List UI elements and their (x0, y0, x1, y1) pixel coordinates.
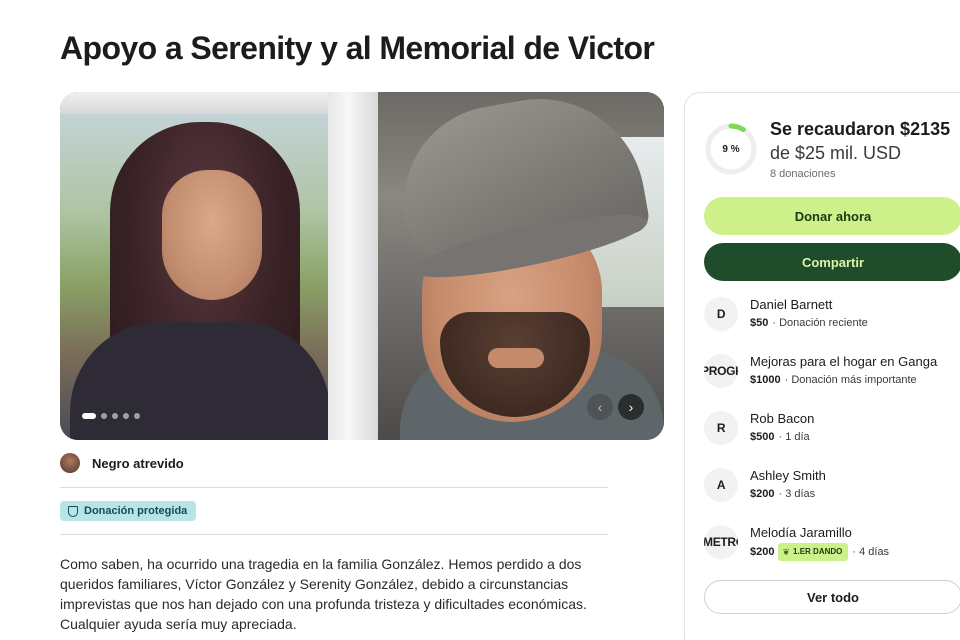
donor-meta: · Donación reciente (772, 317, 868, 329)
story-line: queridos familiares, Víctor González y S… (60, 576, 569, 592)
carousel-dot[interactable] (82, 413, 96, 419)
carousel-dot[interactable] (123, 413, 129, 419)
list-item[interactable]: METRO Melodía Jaramillo $200 ❦1.ER DANDO… (704, 525, 889, 561)
donor-amount: $200 (750, 546, 775, 558)
carousel-dots[interactable] (82, 413, 140, 419)
progress-percent: 9 % (722, 143, 740, 155)
donor-name: Melodía Jaramillo (750, 525, 852, 540)
divider (60, 534, 608, 535)
status-badge: Donación protegida (60, 501, 197, 521)
donor-name: Mejoras para el hogar en Ganga (750, 354, 938, 369)
goal-amount: de $25 mil. USD (770, 143, 902, 163)
see-all-button[interactable]: Ver todo (704, 580, 960, 614)
chevron-left-icon: ‹ (597, 399, 603, 415)
donor-amount: $50 (750, 317, 769, 329)
donor-name: Daniel Barnett (750, 297, 833, 312)
list-item[interactable]: D Daniel Barnett $50 · Donación reciente (704, 297, 868, 331)
story-line: Cualquier ayuda sería muy apreciada. (60, 616, 297, 632)
divider (60, 487, 608, 488)
carousel-controls: ‹ › (60, 92, 664, 440)
list-item[interactable]: R Rob Bacon $500 · 1 día (704, 411, 814, 445)
avatar (60, 453, 80, 473)
carousel-dot[interactable] (134, 413, 140, 419)
carousel-next-button[interactable]: › (618, 394, 644, 420)
chevron-right-icon: › (628, 399, 634, 415)
organizer-row[interactable]: Negro atrevido (60, 453, 184, 473)
donor-name: Rob Bacon (750, 411, 815, 426)
carousel-dot[interactable] (112, 413, 118, 419)
donor-meta: · Donación más importante (784, 374, 917, 386)
story-text: Como saben, ha ocurrido una tragedia en … (60, 554, 608, 634)
carousel-prev-button[interactable]: ‹ (587, 394, 613, 420)
avatar: R (704, 411, 738, 445)
page-title: Apoyo a Serenity y al Memorial de Victor (60, 30, 655, 66)
donor-name: Ashley Smith (750, 468, 826, 483)
donor-meta: · 4 días (852, 546, 890, 558)
donor-amount: $500 (750, 431, 775, 443)
donations-count: 8 donaciones (770, 168, 836, 180)
badge-label: Donación protegida (84, 505, 188, 517)
share-button[interactable]: Compartir (704, 243, 960, 281)
avatar: METRO (704, 525, 738, 559)
list-item[interactable]: PROGRAMO Mejoras para el hogar en Ganga … (704, 354, 937, 388)
first-donor-badge: ❦ 1.ER DANDO (778, 543, 849, 561)
avatar: D (704, 297, 738, 331)
organizer-name: Negro atrevido (92, 455, 184, 471)
avatar: A (704, 468, 738, 502)
donate-button[interactable]: Donar ahora (704, 197, 960, 235)
donor-meta: · 1 día (778, 431, 810, 443)
chip-label: 1.ER DANDO (793, 547, 843, 556)
shield-icon (68, 505, 78, 517)
donor-meta: · 3 días (778, 488, 816, 500)
story-line: Como saben, ha ocurrido una tragedia en … (60, 556, 582, 572)
avatar: PROGRAMO (704, 354, 738, 388)
list-item[interactable]: A Ashley Smith $200 · 3 días (704, 468, 826, 502)
amount-raised: Se recaudaron $2135 (770, 119, 951, 139)
donor-amount: $200 (750, 488, 775, 500)
donor-amount: $1000 (750, 374, 781, 386)
carousel-dot[interactable] (101, 413, 107, 419)
story-line: imprevistas que nos han dejado con una p… (60, 596, 587, 612)
sprout-icon: ❦ (782, 547, 791, 557)
